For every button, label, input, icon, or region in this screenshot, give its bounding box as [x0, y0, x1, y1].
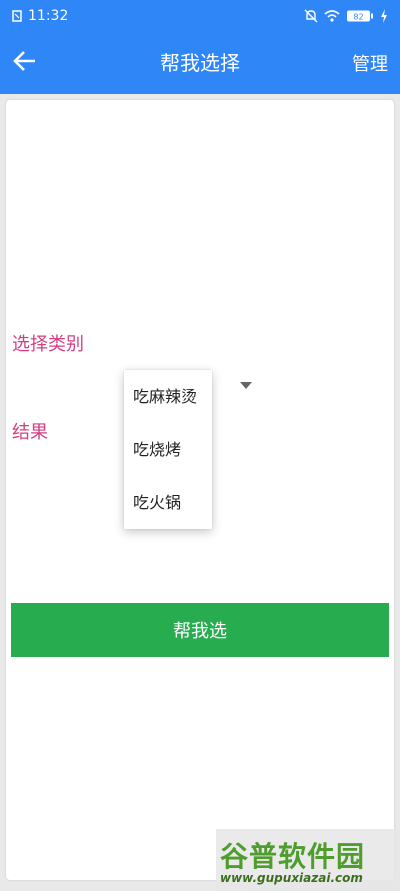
wifi-icon	[324, 10, 340, 22]
battery-icon: 82	[347, 10, 373, 22]
dropdown-option-bbq[interactable]: 吃烧烤	[124, 423, 212, 476]
content-area: 选择类别 结果 帮我选 吃麻辣烫 吃烧烤 吃火锅	[0, 94, 400, 891]
charging-icon	[381, 9, 387, 23]
category-dropdown-menu: 吃麻辣烫 吃烧烤 吃火锅	[124, 370, 212, 529]
dropdown-arrow-icon[interactable]	[240, 382, 252, 389]
watermark-url: www.gupuxiazai.com	[220, 871, 363, 885]
status-bar: 11:32 82	[0, 0, 400, 32]
help-me-choose-button[interactable]: 帮我选	[11, 603, 389, 657]
status-left: 11:32	[12, 8, 68, 24]
manage-button[interactable]: 管理	[352, 50, 388, 76]
status-time: 11:32	[28, 8, 69, 24]
app-bar: 帮我选择 管理	[0, 32, 400, 94]
notification-icon	[12, 10, 22, 22]
status-right: 82	[304, 9, 388, 23]
category-label: 选择类别	[12, 334, 84, 355]
page-title: 帮我选择	[160, 51, 240, 75]
dropdown-option-hotpot[interactable]: 吃火锅	[124, 476, 212, 529]
battery-level: 82	[353, 13, 363, 22]
watermark-logo: 谷普软件园	[220, 840, 366, 873]
dropdown-option-malatang[interactable]: 吃麻辣烫	[124, 370, 212, 423]
result-label: 结果	[12, 422, 48, 443]
watermark: 谷普软件园 www.gupuxiazai.com	[216, 829, 400, 891]
mute-icon	[304, 9, 318, 23]
